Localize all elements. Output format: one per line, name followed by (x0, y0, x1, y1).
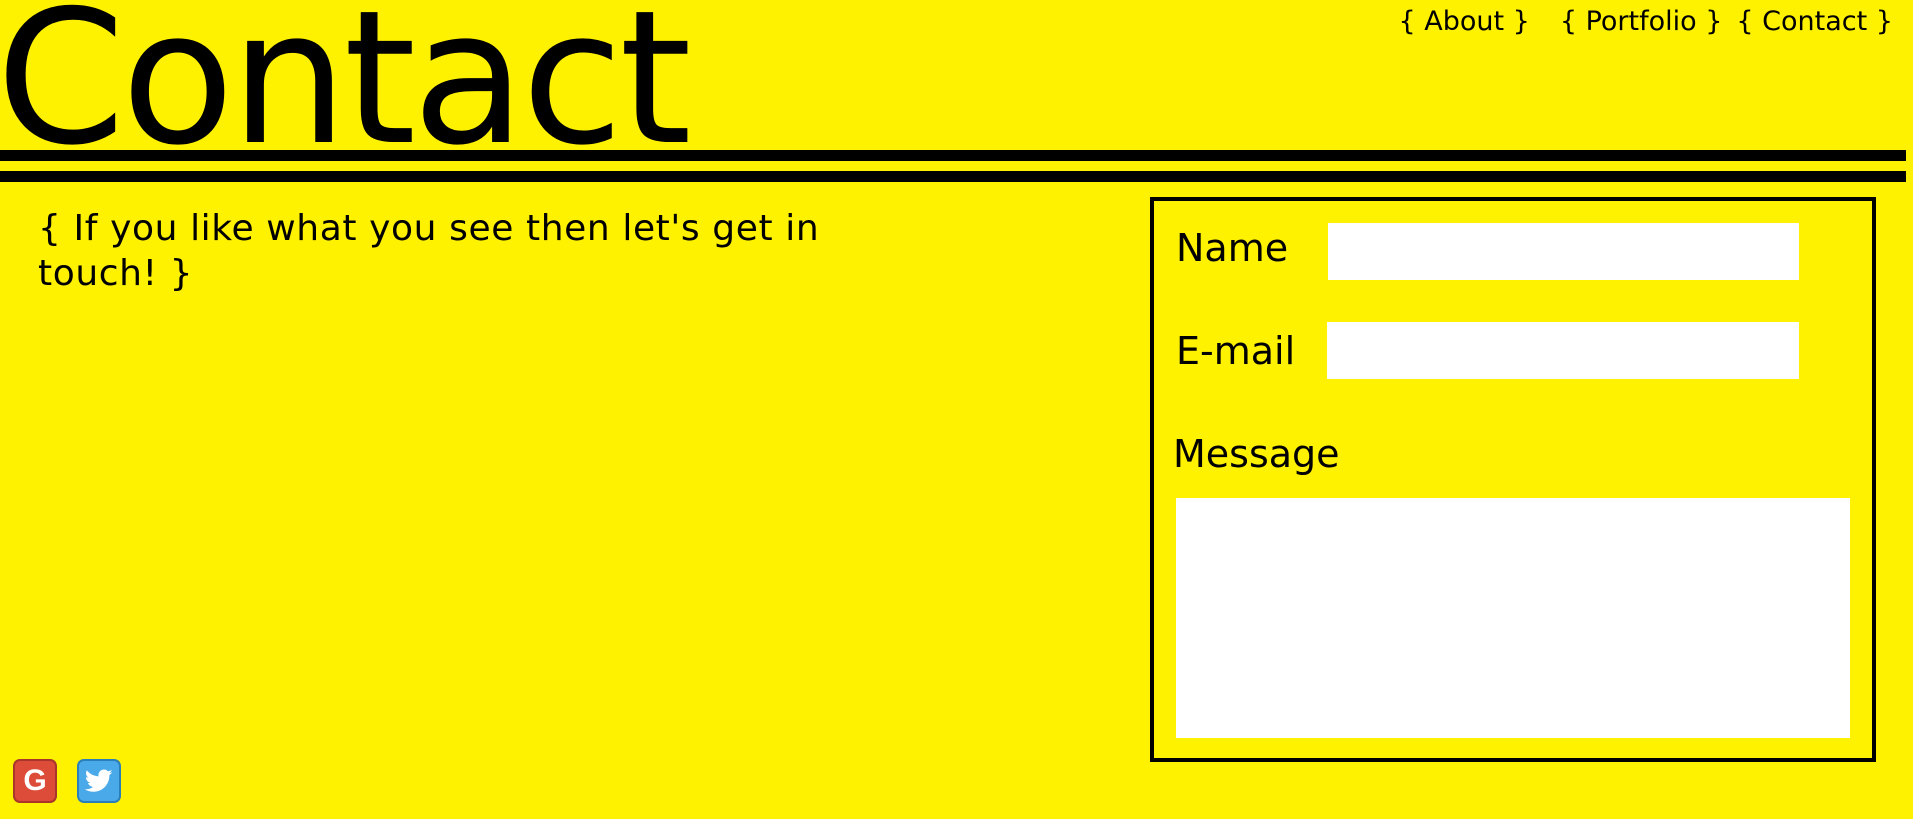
name-field[interactable] (1328, 223, 1799, 280)
page-title: Contact (0, 0, 692, 186)
nav-link-portfolio[interactable]: { Portfolio } (1560, 6, 1723, 37)
header-divider-top (0, 150, 1906, 161)
google-link[interactable]: G (13, 759, 57, 803)
google-icon: G (23, 764, 47, 797)
email-field[interactable] (1327, 322, 1799, 379)
header-divider-bottom (0, 171, 1906, 182)
contact-page: Contact { About } { Portfolio } { Contac… (0, 0, 1913, 819)
message-label: Message (1173, 432, 1340, 476)
intro-text: { If you like what you see then let's ge… (38, 208, 820, 294)
nav-link-about[interactable]: { About } (1398, 6, 1529, 37)
email-label: E-mail (1176, 329, 1296, 373)
message-textarea[interactable] (1176, 498, 1850, 738)
twitter-icon (85, 769, 113, 792)
name-label: Name (1176, 226, 1289, 270)
contact-form: Name E-mail Message (1150, 197, 1876, 762)
twitter-link[interactable] (77, 759, 121, 803)
top-nav: { About } { Portfolio } { Contact } (1398, 6, 1893, 37)
nav-link-contact[interactable]: { Contact } (1736, 6, 1893, 37)
